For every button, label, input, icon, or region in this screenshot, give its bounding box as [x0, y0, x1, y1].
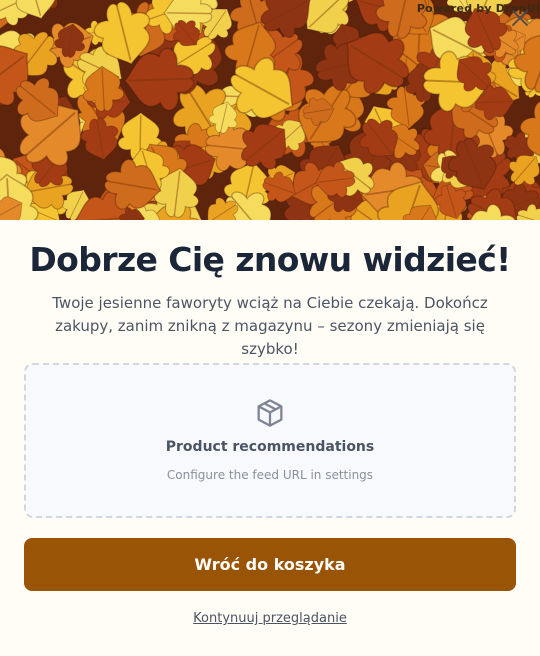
- close-icon: [512, 10, 528, 26]
- hero-image: [0, 0, 540, 220]
- popup-title: Dobrze Cię znowu widzieć!: [29, 240, 511, 279]
- continue-browsing-link[interactable]: Kontynuuj przeglądanie: [0, 611, 540, 626]
- package-icon: [257, 399, 283, 427]
- back-to-cart-button[interactable]: Wróć do koszyka: [24, 538, 516, 591]
- autumn-leaves-photo: [0, 0, 540, 220]
- recommendations-title: Product recommendations: [165, 439, 375, 455]
- popup-subtitle: Twoje jesienne faworyty wciąż na Ciebie …: [52, 294, 488, 358]
- recommendations-subtitle: Configure the feed URL in settings: [166, 468, 374, 482]
- product-recommendations-placeholder: Product recommendations Configure the fe…: [24, 363, 516, 518]
- exit-intent-popup: Powered by DropUI Dobrze Cię znowu widzi…: [0, 0, 540, 656]
- close-button[interactable]: [508, 6, 532, 30]
